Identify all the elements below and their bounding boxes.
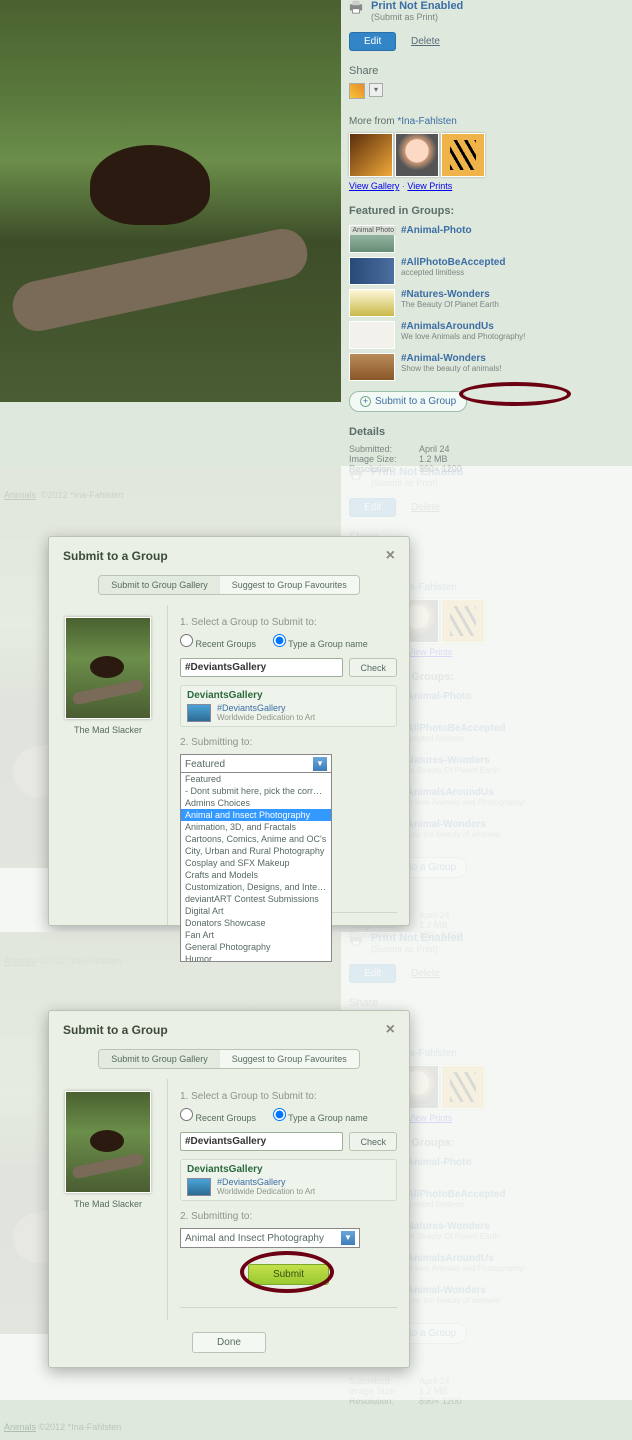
submit-as-print-link[interactable]: (Submit as Print) bbox=[371, 12, 463, 22]
plus-icon: + bbox=[360, 396, 371, 407]
folder-select[interactable]: Featured▼ bbox=[180, 754, 332, 774]
step-2-label: 2. Submitting to: bbox=[180, 737, 397, 748]
check-button[interactable]: Check bbox=[349, 1132, 397, 1151]
delete-link[interactable]: Delete bbox=[411, 36, 440, 47]
folder-option[interactable]: Cosplay and SFX Makeup bbox=[181, 857, 331, 869]
share-heading: Share bbox=[349, 65, 624, 77]
tab-suggest-favourites[interactable]: Suggest to Group Favourites bbox=[220, 576, 359, 594]
submission-title: The Mad Slacker bbox=[61, 725, 155, 735]
submit-to-group-button[interactable]: +Submit to a Group bbox=[349, 391, 467, 412]
deviation-image bbox=[0, 0, 341, 402]
share-icon[interactable] bbox=[349, 83, 365, 99]
group-thumb bbox=[349, 257, 395, 285]
group-thumb bbox=[349, 321, 395, 349]
folder-option[interactable]: Humor bbox=[181, 953, 331, 962]
folder-option[interactable]: Admins Choices bbox=[181, 797, 331, 809]
modal-title: Submit to a Group bbox=[63, 1023, 168, 1037]
folder-option[interactable]: General Photography bbox=[181, 941, 331, 953]
group-thumb: Animal Photo bbox=[349, 225, 395, 253]
folder-option[interactable]: Cartoons, Comics, Anime and OC's bbox=[181, 833, 331, 845]
submission-title: The Mad Slacker bbox=[61, 1199, 155, 1209]
view-gallery-link[interactable]: View Gallery bbox=[349, 181, 399, 191]
close-icon[interactable]: × bbox=[386, 547, 395, 565]
featured-group-item[interactable]: #Natures-Wonders The Beauty Of Planet Ea… bbox=[349, 289, 624, 317]
share-dropdown[interactable]: ▾ bbox=[369, 83, 383, 97]
print-icon bbox=[349, 0, 363, 14]
tab-submit-gallery[interactable]: Submit to Group Gallery bbox=[99, 576, 220, 594]
folder-option[interactable]: - Dont submit here, pick the correct fol… bbox=[181, 785, 331, 797]
radio-type-name[interactable]: Type a Group name bbox=[273, 1113, 368, 1123]
folder-option[interactable]: Donators Showcase bbox=[181, 917, 331, 929]
folder-option[interactable]: Animal and Insect Photography bbox=[181, 809, 331, 821]
group-avatar bbox=[187, 704, 211, 722]
tab-suggest-favourites[interactable]: Suggest to Group Favourites bbox=[220, 1050, 359, 1068]
folder-option[interactable]: Fan Art bbox=[181, 929, 331, 941]
submit-to-group-modal: Submit to a Group × Submit to Group Gall… bbox=[48, 536, 410, 926]
folder-option[interactable]: Featured bbox=[181, 773, 331, 785]
more-from-heading: More from *Ina-Fahlsten bbox=[349, 116, 624, 127]
featured-group-item[interactable]: #AnimalsAroundUs We love Animals and Pho… bbox=[349, 321, 624, 349]
group-thumb bbox=[349, 353, 395, 381]
chevron-down-icon: ▼ bbox=[313, 757, 327, 771]
modal-title: Submit to a Group bbox=[63, 549, 168, 563]
done-button[interactable]: Done bbox=[192, 1332, 266, 1353]
more-thumb[interactable] bbox=[441, 133, 485, 177]
check-button[interactable]: Check bbox=[349, 658, 397, 677]
folder-option[interactable]: Digital Art bbox=[181, 905, 331, 917]
folder-option[interactable]: Animation, 3D, and Fractals bbox=[181, 821, 331, 833]
radio-recent-groups[interactable]: Recent Groups bbox=[180, 1113, 256, 1123]
group-name-input[interactable] bbox=[180, 1132, 343, 1151]
folder-option[interactable]: Crafts and Models bbox=[181, 869, 331, 881]
folder-option[interactable]: Customization, Designs, and Interfaces bbox=[181, 881, 331, 893]
close-icon[interactable]: × bbox=[386, 1021, 395, 1039]
group-result[interactable]: DeviantsGallery #DeviantsGallery Worldwi… bbox=[180, 685, 397, 727]
print-not-enabled-link[interactable]: Print Not Enabled bbox=[371, 0, 463, 12]
artist-link[interactable]: *Ina-Fahlsten bbox=[397, 116, 456, 127]
view-prints-link[interactable]: View Prints bbox=[407, 181, 452, 191]
folder-dropdown[interactable]: Featured- Dont submit here, pick the cor… bbox=[180, 772, 332, 962]
radio-type-name[interactable]: Type a Group name bbox=[273, 639, 368, 649]
edit-button[interactable]: Edit bbox=[349, 32, 396, 51]
submit-to-group-modal: Submit to a Group × Submit to Group Gall… bbox=[48, 1010, 410, 1368]
submission-thumb bbox=[65, 1091, 151, 1193]
folder-option[interactable]: deviantART Contest Submissions bbox=[181, 893, 331, 905]
tab-submit-gallery[interactable]: Submit to Group Gallery bbox=[99, 1050, 220, 1068]
more-thumb[interactable] bbox=[395, 133, 439, 177]
group-name-input[interactable] bbox=[180, 658, 343, 677]
details-heading: Details bbox=[349, 426, 624, 438]
folder-select[interactable]: Animal and Insect Photography▼ bbox=[180, 1228, 360, 1248]
featured-group-item[interactable]: #AllPhotoBeAccepted accepted limitless bbox=[349, 257, 624, 285]
featured-group-item[interactable]: #Animal-Wonders Show the beauty of anima… bbox=[349, 353, 624, 381]
chevron-down-icon: ▼ bbox=[341, 1231, 355, 1245]
more-thumb[interactable] bbox=[349, 133, 393, 177]
step-1-label: 1. Select a Group to Submit to: bbox=[180, 617, 397, 628]
folder-option[interactable]: City, Urban and Rural Photography bbox=[181, 845, 331, 857]
group-result[interactable]: DeviantsGallery #DeviantsGallery Worldwi… bbox=[180, 1159, 397, 1201]
submission-thumb bbox=[65, 617, 151, 719]
featured-groups-heading: Featured in Groups: bbox=[349, 205, 624, 217]
submit-button[interactable]: Submit bbox=[248, 1264, 329, 1285]
radio-recent-groups[interactable]: Recent Groups bbox=[180, 639, 256, 649]
group-avatar bbox=[187, 1178, 211, 1196]
group-thumb bbox=[349, 289, 395, 317]
featured-group-item[interactable]: Animal Photo #Animal-Photo bbox=[349, 225, 624, 253]
